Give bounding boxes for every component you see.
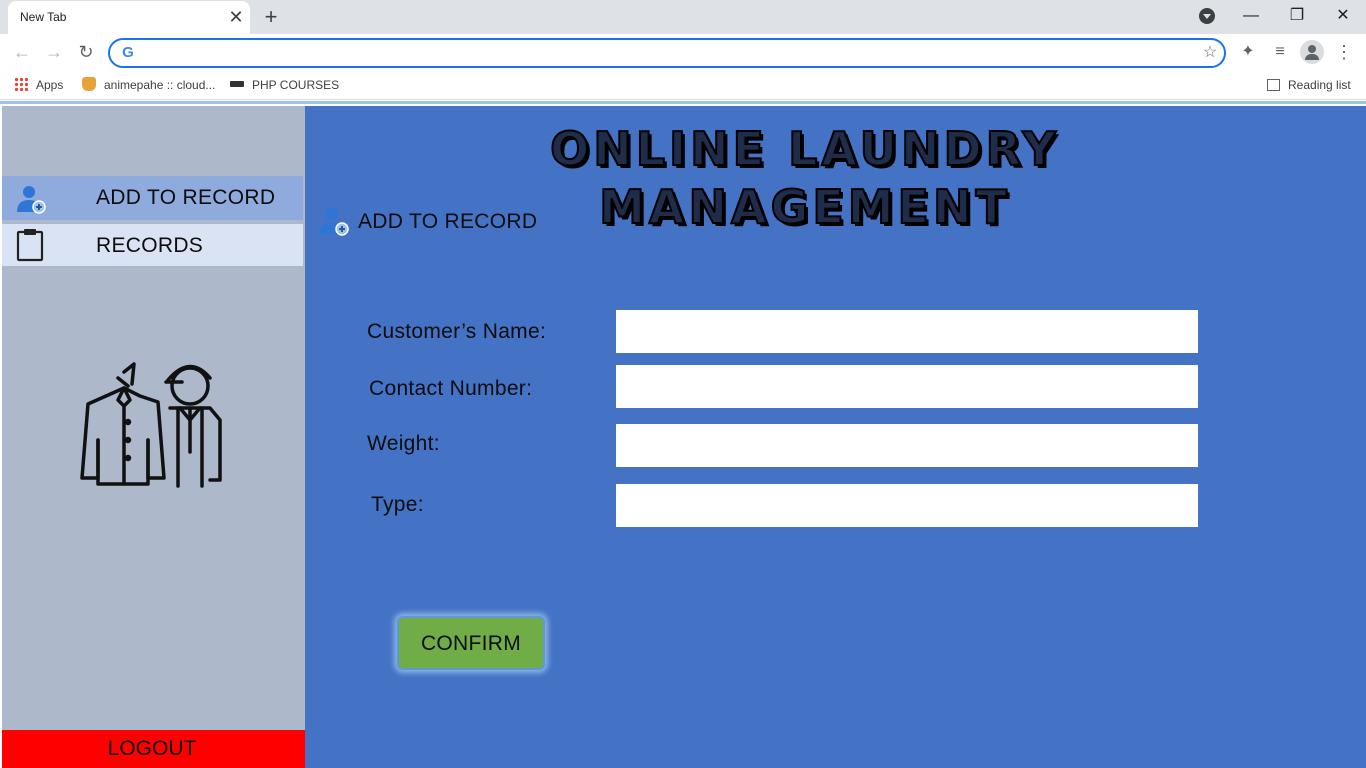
new-tab-button[interactable]: + bbox=[259, 4, 283, 30]
php-favicon-icon bbox=[230, 81, 244, 87]
tab-title: New Tab bbox=[20, 10, 67, 24]
contact-number-input[interactable] bbox=[616, 365, 1198, 408]
reading-list-button[interactable]: Reading list bbox=[1267, 77, 1351, 93]
reading-list-icon bbox=[1267, 79, 1280, 91]
browser-toolbar: ← → ↻ G ☆ ✦ ≡ ⋮ bbox=[0, 34, 1366, 70]
main-content: ONLINE LAUNDRY MANAGEMENT ADD TO RECORD … bbox=[305, 106, 1366, 768]
clipboard-icon bbox=[16, 229, 44, 262]
laundry-app: ADD TO RECORD RECORDS LOGOUT ONLINE LAUN… bbox=[0, 104, 1366, 768]
weight-label: Weight: bbox=[367, 432, 440, 455]
logout-label: LOGOUT bbox=[107, 737, 197, 760]
confirm-label: CONFIRM bbox=[420, 632, 522, 655]
page-title: ONLINE LAUNDRY MANAGEMENT bbox=[549, 121, 1060, 235]
browser-tab-strip: New Tab ✕ + — ❐ ✕ bbox=[0, 0, 1366, 34]
sidebar-item-label: RECORDS bbox=[96, 234, 204, 257]
sidebar: ADD TO RECORD RECORDS LOGOUT bbox=[2, 106, 305, 768]
bookmark-php-courses[interactable]: PHP COURSES bbox=[230, 77, 339, 93]
close-window-button[interactable]: ✕ bbox=[1320, 4, 1366, 28]
bookmark-label: PHP COURSES bbox=[252, 78, 340, 92]
chrome-profile-icon[interactable] bbox=[1199, 8, 1215, 24]
media-control-icon[interactable]: ≡ bbox=[1268, 40, 1292, 64]
profile-avatar-icon[interactable] bbox=[1300, 40, 1324, 64]
customer-name-label: Customer’s Name: bbox=[367, 320, 547, 343]
forward-arrow-icon[interactable]: → bbox=[42, 40, 66, 64]
customer-name-input[interactable] bbox=[616, 310, 1198, 353]
restore-button[interactable]: ❐ bbox=[1274, 4, 1320, 28]
contact-number-label: Contact Number: bbox=[369, 377, 533, 400]
type-label: Type: bbox=[371, 493, 424, 516]
bookmark-apps[interactable]: Apps bbox=[14, 77, 63, 93]
apps-grid-icon bbox=[14, 77, 28, 91]
bookmark-label: animepahe :: cloud... bbox=[104, 78, 216, 92]
type-input[interactable] bbox=[616, 484, 1198, 527]
reload-icon[interactable]: ↻ bbox=[74, 40, 98, 64]
google-g-icon: G bbox=[122, 44, 134, 61]
reading-list-label: Reading list bbox=[1288, 78, 1351, 92]
bookmark-label: Apps bbox=[36, 78, 64, 92]
section-title: ADD TO RECORD bbox=[358, 210, 538, 233]
back-arrow-icon[interactable]: ← bbox=[10, 40, 34, 64]
tab-close-icon[interactable]: ✕ bbox=[226, 7, 246, 27]
bookmark-animepahe[interactable]: animepahe :: cloud... bbox=[82, 77, 215, 93]
logout-button[interactable]: LOGOUT bbox=[2, 730, 305, 768]
bookmarks-bar: Apps animepahe :: cloud... PHP COURSES R… bbox=[0, 70, 1366, 100]
sidebar-item-records[interactable]: RECORDS bbox=[2, 224, 303, 266]
address-bar[interactable]: G ☆ bbox=[108, 38, 1226, 68]
sidebar-item-add-to-record[interactable]: ADD TO RECORD bbox=[2, 176, 303, 220]
confirm-button[interactable]: CONFIRM bbox=[397, 616, 545, 670]
sidebar-item-label: ADD TO RECORD bbox=[96, 186, 276, 209]
address-input[interactable] bbox=[144, 43, 1184, 63]
cat-favicon-icon bbox=[82, 77, 96, 91]
kebab-menu-icon[interactable]: ⋮ bbox=[1332, 40, 1356, 64]
browser-tab[interactable]: New Tab ✕ bbox=[8, 1, 250, 34]
extensions-puzzle-icon[interactable]: ✦ bbox=[1236, 40, 1260, 64]
minimize-button[interactable]: — bbox=[1228, 4, 1274, 28]
bookmark-star-icon[interactable]: ☆ bbox=[1200, 42, 1220, 64]
add-user-icon bbox=[320, 208, 349, 236]
weight-input[interactable] bbox=[616, 424, 1198, 467]
laundry-worker-icon bbox=[80, 362, 222, 488]
add-user-icon bbox=[17, 186, 46, 214]
